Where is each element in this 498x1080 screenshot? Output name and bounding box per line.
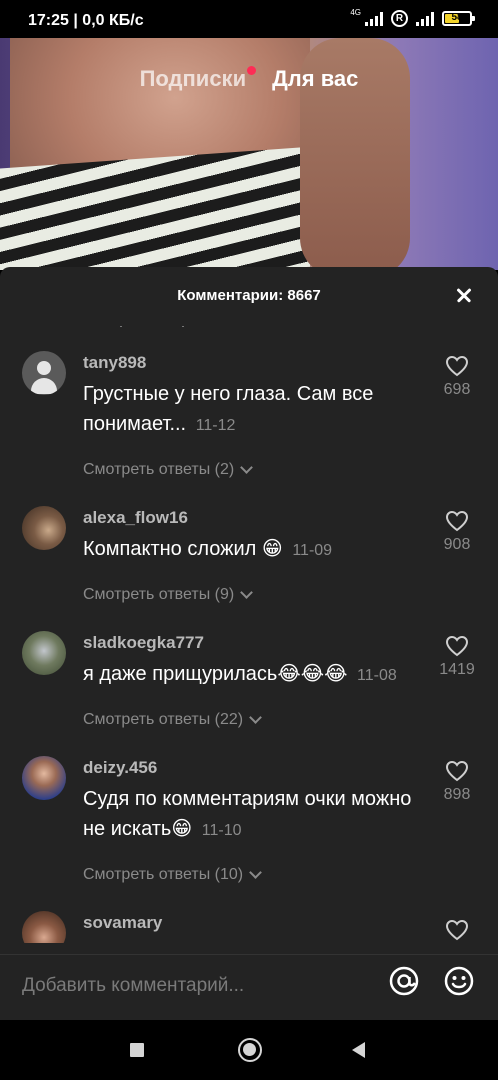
view-replies-label: Смотреть ответы (22) xyxy=(83,711,244,728)
comment-date: 11-08 xyxy=(357,667,397,684)
battery-icon: 58 xyxy=(442,11,475,26)
view-replies-label: Смотреть ответы (9) xyxy=(83,586,235,603)
like-count: 698 xyxy=(443,381,471,398)
comments-header: Комментарии: 8667 xyxy=(0,267,498,323)
home-icon[interactable] xyxy=(238,1038,262,1062)
chevron-down-icon xyxy=(240,586,254,599)
comment-date: 11-10 xyxy=(201,822,242,839)
comment-username[interactable]: alexa_flow16 xyxy=(83,508,188,528)
like-button[interactable] xyxy=(432,919,482,941)
status-icons: 4G R 58 xyxy=(350,8,475,27)
like-button[interactable]: 698 xyxy=(432,355,482,399)
view-replies-button[interactable]: Смотреть ответы (10) xyxy=(83,866,262,884)
heart-icon xyxy=(445,510,469,532)
view-replies-label: Смотреть ответы (10) xyxy=(83,866,244,883)
tab-following[interactable]: Подписки xyxy=(139,66,257,92)
status-time-speed: 17:25 | 0,0 КБ/с xyxy=(28,12,144,29)
signal-icon-2 xyxy=(416,11,434,26)
comments-sheet: Комментарии: 8667 tany898 Грустные у нег… xyxy=(0,267,498,1020)
comment-text: Судя по комментариям очки можно не искат… xyxy=(83,784,423,846)
system-nav-bar xyxy=(0,1020,498,1080)
view-replies-button[interactable]: Смотреть ответы (9) xyxy=(83,586,254,604)
avatar[interactable] xyxy=(22,911,66,943)
comment-date: 11-09 xyxy=(292,542,333,559)
comment-username[interactable]: tany898 xyxy=(83,353,146,373)
video-player[interactable]: Подписки Для вас xyxy=(0,38,498,270)
like-button[interactable]: 898 xyxy=(432,760,482,804)
battery-level: 58 xyxy=(451,12,463,23)
comment-text: Грустные у него глаза. Сам все понимает.… xyxy=(83,379,423,441)
heart-icon xyxy=(445,355,469,377)
heart-icon xyxy=(445,635,469,657)
view-replies-label: Смотреть ответы (2) xyxy=(83,461,235,478)
like-count: 898 xyxy=(443,786,471,803)
comment-date: 11-12 xyxy=(195,417,236,434)
comments-title: Комментарии: 8667 xyxy=(177,286,321,304)
comment-text: Компактно сложил 😁 11-09 xyxy=(83,534,423,566)
like-button[interactable]: 908 xyxy=(432,510,482,554)
view-replies-button[interactable]: Смотреть ответы (2) xyxy=(83,461,254,479)
comment-username[interactable]: deizy.456 xyxy=(83,758,157,778)
avatar[interactable] xyxy=(22,506,66,550)
heart-icon xyxy=(445,760,469,782)
recent-apps-icon[interactable] xyxy=(130,1043,144,1057)
new-content-dot xyxy=(247,66,257,75)
comment-body: Компактно сложил 😁 xyxy=(83,538,283,560)
comment-username[interactable]: sovamary xyxy=(83,913,162,933)
roaming-icon: R xyxy=(391,10,408,27)
comment-text: я даже прищурилась😂😂😂 11-08 xyxy=(83,659,423,691)
tab-following-label: Подписки xyxy=(139,66,247,91)
comment-body: Судя по комментариям очки можно не искат… xyxy=(83,788,412,840)
avatar[interactable] xyxy=(22,631,66,675)
previous-comment-edge xyxy=(120,319,280,327)
comment-input-bar xyxy=(0,954,498,1020)
emoji-icon[interactable] xyxy=(443,965,475,997)
comment-input[interactable] xyxy=(22,969,352,1003)
mention-icon[interactable] xyxy=(388,965,420,997)
comment-username[interactable]: sladkoegka777 xyxy=(83,633,204,653)
avatar[interactable] xyxy=(22,756,66,800)
like-button[interactable]: 1419 xyxy=(432,635,482,679)
status-bar: 17:25 | 0,0 КБ/с 4G R 58 xyxy=(0,0,498,38)
close-icon[interactable] xyxy=(452,283,476,307)
like-count: 908 xyxy=(443,536,471,553)
comment-item: sovamary xyxy=(0,911,498,943)
back-icon[interactable] xyxy=(352,1042,365,1058)
heart-icon xyxy=(445,919,469,941)
chevron-down-icon xyxy=(240,461,254,474)
network-type-label: 4G xyxy=(350,8,361,17)
chevron-down-icon xyxy=(249,711,262,724)
view-replies-button[interactable]: Смотреть ответы (22) xyxy=(83,711,262,729)
video-frame-shorts xyxy=(0,146,310,270)
tab-for-you[interactable]: Для вас xyxy=(272,66,358,92)
avatar[interactable] xyxy=(22,351,66,395)
like-count: 1419 xyxy=(439,661,475,678)
signal-icon xyxy=(365,11,383,26)
comment-body: я даже прищурилась😂😂😂 xyxy=(83,663,348,685)
feed-tabs: Подписки Для вас xyxy=(0,66,498,92)
chevron-down-icon xyxy=(249,866,262,879)
